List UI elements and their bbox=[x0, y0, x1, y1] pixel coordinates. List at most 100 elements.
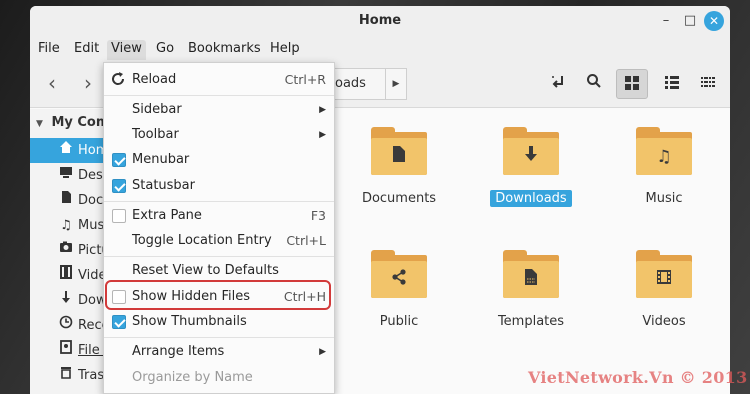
menu-item-label: Show Thumbnails bbox=[132, 314, 247, 329]
menu-item-label: Sidebar bbox=[132, 102, 182, 117]
folder-icon bbox=[371, 250, 427, 298]
folder-item[interactable]: ♫ Music bbox=[599, 127, 729, 207]
folder-icon: ♫ bbox=[636, 127, 692, 175]
path-bar-button-downloads[interactable]: oads bbox=[330, 68, 386, 100]
videos-icon bbox=[58, 263, 74, 288]
sidebar-item-label: Dow bbox=[78, 293, 104, 308]
folder-icon bbox=[636, 250, 692, 298]
menu-item-arrange-items[interactable]: Arrange Items ▶ bbox=[104, 340, 334, 364]
sidebar: ▼ My Com Home Desk Docu ♫ Musi Pictu Vid… bbox=[30, 109, 109, 394]
menu-item-label: Extra Pane bbox=[132, 208, 202, 223]
sidebar-item-music[interactable]: ♫ Musi bbox=[30, 213, 104, 238]
menu-item-extra-pane[interactable]: Extra Pane F3 bbox=[104, 204, 334, 228]
template-icon bbox=[503, 269, 559, 291]
recent-icon bbox=[58, 313, 74, 338]
sidebar-item-pictures[interactable]: Pictu bbox=[30, 238, 104, 263]
checkbox-unchecked-icon bbox=[112, 209, 126, 223]
menu-item-show-thumbnails[interactable]: Show Thumbnails bbox=[104, 310, 334, 334]
menu-item-label: Statusbar bbox=[132, 178, 195, 193]
shortcut-label: F3 bbox=[310, 208, 326, 223]
sidebar-item-downloads[interactable]: Dow bbox=[30, 288, 104, 313]
menu-item-label: Menubar bbox=[132, 152, 190, 167]
view-menu-dropdown: Reload Ctrl+R Sidebar ▶ Toolbar ▶ Menuba… bbox=[103, 62, 335, 394]
menu-item-label: Arrange Items bbox=[132, 344, 225, 359]
shortcut-label: Ctrl+L bbox=[286, 233, 326, 248]
menu-item-sidebar[interactable]: Sidebar ▶ bbox=[104, 98, 334, 122]
sidebar-item-label: Musi bbox=[78, 218, 104, 233]
menu-separator bbox=[104, 256, 334, 257]
menu-item-toolbar[interactable]: Toolbar ▶ bbox=[104, 123, 334, 147]
folder-label: Templates bbox=[497, 314, 565, 329]
sidebar-item-videos[interactable]: Vide bbox=[30, 263, 104, 288]
sidebar-item-label: Docu bbox=[78, 193, 104, 208]
menu-item-toggle-location-entry[interactable]: Toggle Location Entry Ctrl+L bbox=[104, 229, 334, 253]
titlebar: Home – □ ✕ bbox=[30, 6, 730, 36]
folder-item[interactable]: Documents bbox=[334, 127, 464, 207]
folder-item-selected[interactable]: Downloads bbox=[466, 127, 596, 207]
sidebar-item-documents[interactable]: Docu bbox=[30, 188, 104, 213]
menu-item-reload[interactable]: Reload Ctrl+R bbox=[104, 68, 334, 92]
menu-go[interactable]: Go bbox=[152, 40, 178, 60]
menubar: File Edit View Go Bookmarks Help bbox=[30, 36, 730, 62]
sidebar-item-label: Home bbox=[78, 143, 104, 158]
back-button[interactable]: ‹ bbox=[40, 72, 64, 96]
checkbox-checked-icon bbox=[112, 153, 126, 167]
documents-icon bbox=[58, 188, 74, 213]
filesystem-icon bbox=[58, 338, 74, 363]
folder-label: Documents bbox=[361, 191, 437, 206]
window-title: Home bbox=[358, 13, 402, 28]
folder-item[interactable]: Public bbox=[334, 250, 464, 330]
document-icon bbox=[371, 146, 427, 168]
submenu-arrow-icon: ▶ bbox=[319, 347, 326, 357]
compact-view-icon[interactable] bbox=[692, 69, 724, 99]
highlight-annotation bbox=[105, 280, 331, 310]
folder-label: Music bbox=[645, 191, 683, 206]
folder-item[interactable]: Templates bbox=[466, 250, 596, 330]
sidebar-item-desktop[interactable]: Desk bbox=[30, 163, 104, 188]
menu-edit[interactable]: Edit bbox=[70, 40, 103, 60]
toggle-location-icon[interactable] bbox=[542, 69, 574, 99]
sidebar-item-label: Desk bbox=[78, 168, 104, 183]
submenu-arrow-icon: ▶ bbox=[319, 105, 326, 115]
sidebar-item-trash[interactable]: Tras bbox=[30, 363, 104, 388]
menu-item-label: Reload bbox=[132, 72, 177, 87]
sidebar-item-home[interactable]: Home bbox=[30, 138, 104, 163]
menu-help[interactable]: Help bbox=[266, 40, 304, 60]
sidebar-item-label: Pictu bbox=[78, 243, 104, 258]
menu-item-label: Toggle Location Entry bbox=[132, 233, 272, 248]
menu-item-organize-by-name: Organize by Name bbox=[104, 366, 334, 390]
chevron-down-icon: ▼ bbox=[36, 119, 43, 129]
menu-separator bbox=[104, 337, 334, 338]
download-icon bbox=[503, 146, 559, 168]
sidebar-item-file-system[interactable]: File S bbox=[30, 338, 104, 363]
menu-item-statusbar[interactable]: Statusbar bbox=[104, 174, 334, 198]
menu-separator bbox=[104, 201, 334, 202]
sidebar-item-label: Rece bbox=[78, 318, 104, 333]
sidebar-item-label: File S bbox=[78, 343, 104, 358]
minimize-button[interactable]: – bbox=[656, 11, 676, 31]
pictures-icon bbox=[58, 238, 74, 263]
sidebar-section-label: My Com bbox=[51, 115, 110, 130]
watermark: VietNetwork.Vn © 2013 bbox=[528, 368, 748, 387]
icon-view-icon[interactable] bbox=[616, 69, 648, 99]
close-button[interactable]: ✕ bbox=[704, 11, 724, 31]
path-bar-next-arrow[interactable]: ▶ bbox=[385, 68, 407, 100]
sidebar-item-recent[interactable]: Rece bbox=[30, 313, 104, 338]
sidebar-section-my-computer[interactable]: ▼ My Com bbox=[36, 115, 109, 130]
music-icon: ♫ bbox=[60, 218, 72, 233]
home-icon bbox=[58, 138, 74, 163]
forward-button[interactable]: › bbox=[76, 72, 100, 96]
list-view-icon[interactable] bbox=[656, 69, 688, 99]
folder-label: Downloads bbox=[490, 190, 572, 207]
folder-icon bbox=[503, 250, 559, 298]
menu-file[interactable]: File bbox=[34, 40, 64, 60]
search-icon[interactable] bbox=[578, 69, 610, 99]
sidebar-item-label: Vide bbox=[78, 268, 104, 283]
menu-bookmarks[interactable]: Bookmarks bbox=[184, 40, 265, 60]
menu-view[interactable]: View bbox=[107, 40, 146, 60]
desktop-icon bbox=[58, 163, 74, 188]
folder-item[interactable]: Videos bbox=[599, 250, 729, 330]
menu-item-menubar[interactable]: Menubar bbox=[104, 148, 334, 172]
folder-icon bbox=[503, 127, 559, 175]
maximize-button[interactable]: □ bbox=[680, 11, 700, 31]
